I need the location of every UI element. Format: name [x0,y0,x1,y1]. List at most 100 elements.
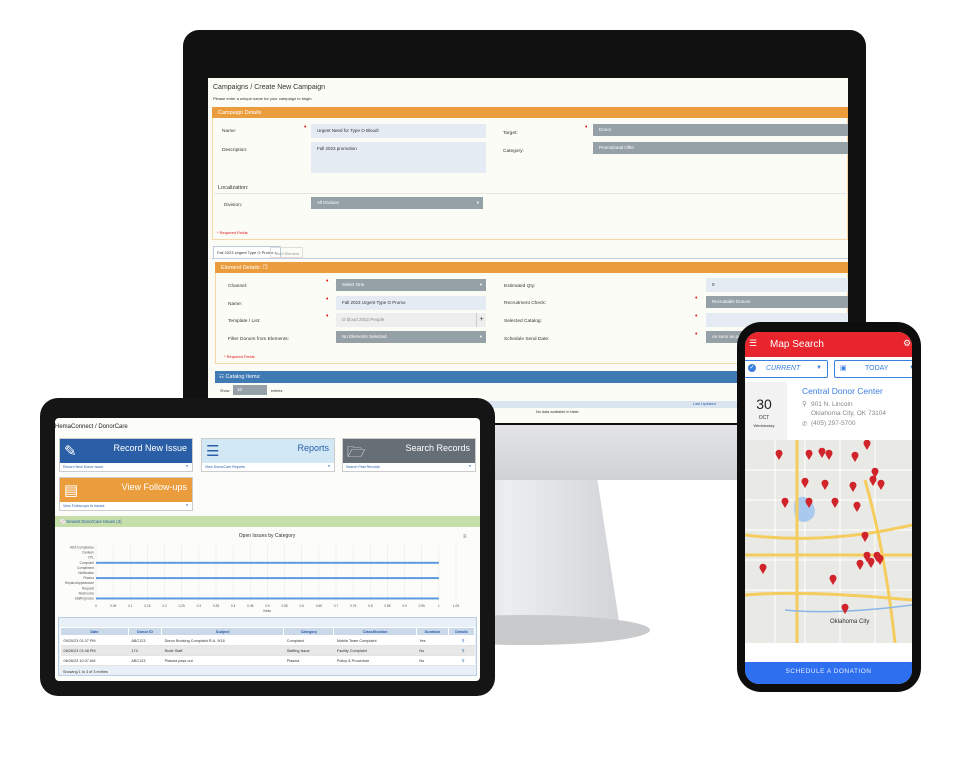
template-input[interactable]: O blood 2002 People [336,313,486,327]
tile-link[interactable]: Record New Donor Issue ● [60,463,192,471]
location-filter[interactable]: ✓ CURRENT ▼ [745,360,828,378]
required-star: • [326,313,329,320]
details-search-icon[interactable]: ⚲ [448,635,475,646]
page-title: Campaigns / Create New Campaign [213,84,326,91]
qty-input[interactable]: 0 [706,278,848,292]
center-card[interactable]: 30 OCT Wednesday Central Donor Center ⚲ … [745,382,912,440]
table-cell: Rude Staff [161,645,284,656]
target-select[interactable]: Donor [593,124,848,136]
list-icon: ☰ [206,443,220,460]
schedule-donation-button[interactable]: SCHEDULE A DONATION [745,662,912,684]
tile-link-label: Search Past Records [346,465,380,469]
add-element-tab[interactable]: +Add Element [270,247,304,258]
column-donor-id[interactable]: Donor ID [127,627,163,636]
edit-document-icon: ✎ [64,443,77,460]
chevron-down-icon: ▼ [816,365,822,371]
newest-issues-bar[interactable]: 📈 Newest DonorCare Issues (3) [55,516,480,527]
table-cell: Plasma pass out [161,655,284,666]
qty-label: Estimated Qty: [504,284,536,289]
column-subject[interactable]: Subject [161,627,285,636]
add-template-button[interactable]: + [476,313,486,327]
tile-link[interactable]: View Follow-ups to Issues ● [60,502,192,510]
x-tick-label: 0.45 [247,604,253,608]
chevron-down-icon: ▼ [909,365,912,371]
tile-title: Record New Issue [113,443,187,453]
x-tick-label: 0.6 [299,604,304,608]
bar-plasma [96,577,439,580]
recruit-label: Recruitment Check: [504,301,547,306]
table-cell: 09/20/23 01:37 PM [60,635,129,646]
tile-link[interactable]: Search Past Records ● [343,463,475,471]
tile-link-label: View Follow-ups to Issues [63,504,105,508]
table-cell: Donor Bruising Complaint R.A. 9/16 [161,635,284,646]
tile-header: ▤ View Follow-ups [60,478,192,502]
show-label: Show [220,389,230,393]
tile-link-label: Record New Donor Issue [63,465,104,469]
x-tick-label: 0.1 [128,604,133,608]
division-value: All Division [317,200,340,205]
tile-title: Reports [297,443,329,453]
entries-select[interactable]: 10 [233,385,267,395]
screen-title: Map Search [770,339,824,350]
category-select[interactable]: Promotional Offer [593,142,848,154]
open-issues-chart: Open Issues by Category 0 0.05 0.1 0.15 0.2 0.… [65,533,459,613]
y-tick-label: Request [82,586,94,590]
category-label: Category: [503,149,524,154]
column-last-updated[interactable]: Last Updated [693,402,716,406]
month: OCT [758,415,770,421]
y-tick-label: CPL [88,556,94,560]
y-tick-label: Canteen [82,551,94,555]
phone-number[interactable]: (405) 297-5700 [811,420,855,427]
element-name-input[interactable]: Fall 2023 Urgent Type O Promo [336,296,486,310]
details-search-icon[interactable]: ⚲ [448,645,475,656]
column-duration[interactable]: Duration [415,627,449,636]
column-category[interactable]: Category [283,627,335,636]
description-textarea[interactable]: Fall 2023 promotion [311,142,486,173]
map-search-screen: ☰ Map Search ⚙ ✓ CURRENT ▼ ▣ TODAY ▼ 30 … [745,332,912,684]
tile-title: Search Records [405,443,470,453]
copy-icon[interactable]: ❐ [263,265,268,271]
tile-header: ☰ Reports [202,439,334,463]
tile-link[interactable]: View DonorCare Reports ● [202,463,334,471]
table-cell: 174 [128,645,162,656]
settings-icon[interactable]: ⚙ [903,338,911,349]
tile-header: ✎ Record New Issue [60,439,192,463]
folder-open-icon: 🗁 [347,444,366,461]
required-star: • [326,278,329,285]
day: 30 [756,396,772,412]
date-filter[interactable]: ▣ TODAY ▼ [834,360,912,378]
campaign-name-input[interactable]: Urgent Need for Type O Blood! [311,124,486,138]
required-star: • [695,295,698,302]
channel-label: Channel: [228,284,248,289]
tile-search-records[interactable]: 🗁 Search Records Search Past Records ● [342,438,476,472]
column-date[interactable]: Date [60,627,129,636]
y-tick-label: Complaint [80,561,94,565]
channel-select[interactable]: Select One ▾ [336,279,486,291]
center-name[interactable]: Central Donor Center [802,386,883,396]
filter-label: Filter Donors from Elements: [228,337,290,342]
x-tick-label: 0.5 [265,604,270,608]
date-block: 30 OCT Wednesday [745,382,783,440]
tile-reports[interactable]: ☰ Reports View DonorCare Reports ● [201,438,335,472]
menu-icon[interactable]: ☰ [749,338,757,349]
map[interactable]: Oklahoma City [745,440,912,643]
table-cell: 06/26/23 10:37 AM [60,655,129,666]
campaign-details-header: Campaign Details [212,107,848,118]
required-star: • [304,124,307,131]
y-tick-label: Compliment [77,566,94,570]
table-cell: Yes [416,635,449,646]
x-tick-label: 0 [95,604,97,608]
details-search-icon[interactable]: ⚲ [448,655,475,666]
divider [214,193,848,194]
tile-record-new-issue[interactable]: ✎ Record New Issue Record New Donor Issue ● [59,438,193,472]
column-details[interactable]: Details [447,627,476,636]
table-cell: 06/26/23 01:48 PM [60,645,129,656]
element-details-title: Element Details: [221,265,262,271]
division-select[interactable]: All Division ▾ [311,197,483,209]
y-tick-label: Repairs/Appearance [65,581,94,585]
page-subtitle: Please enter a unique name for your camp… [213,96,313,101]
filter-select[interactable]: No Elements Selected ▾ [336,331,486,343]
recruit-select[interactable]: Recruitable Donors [706,296,848,308]
tile-view-follow-ups[interactable]: ▤ View Follow-ups View Follow-ups to Issue… [59,477,193,511]
column-classification[interactable]: Classification [333,627,417,636]
